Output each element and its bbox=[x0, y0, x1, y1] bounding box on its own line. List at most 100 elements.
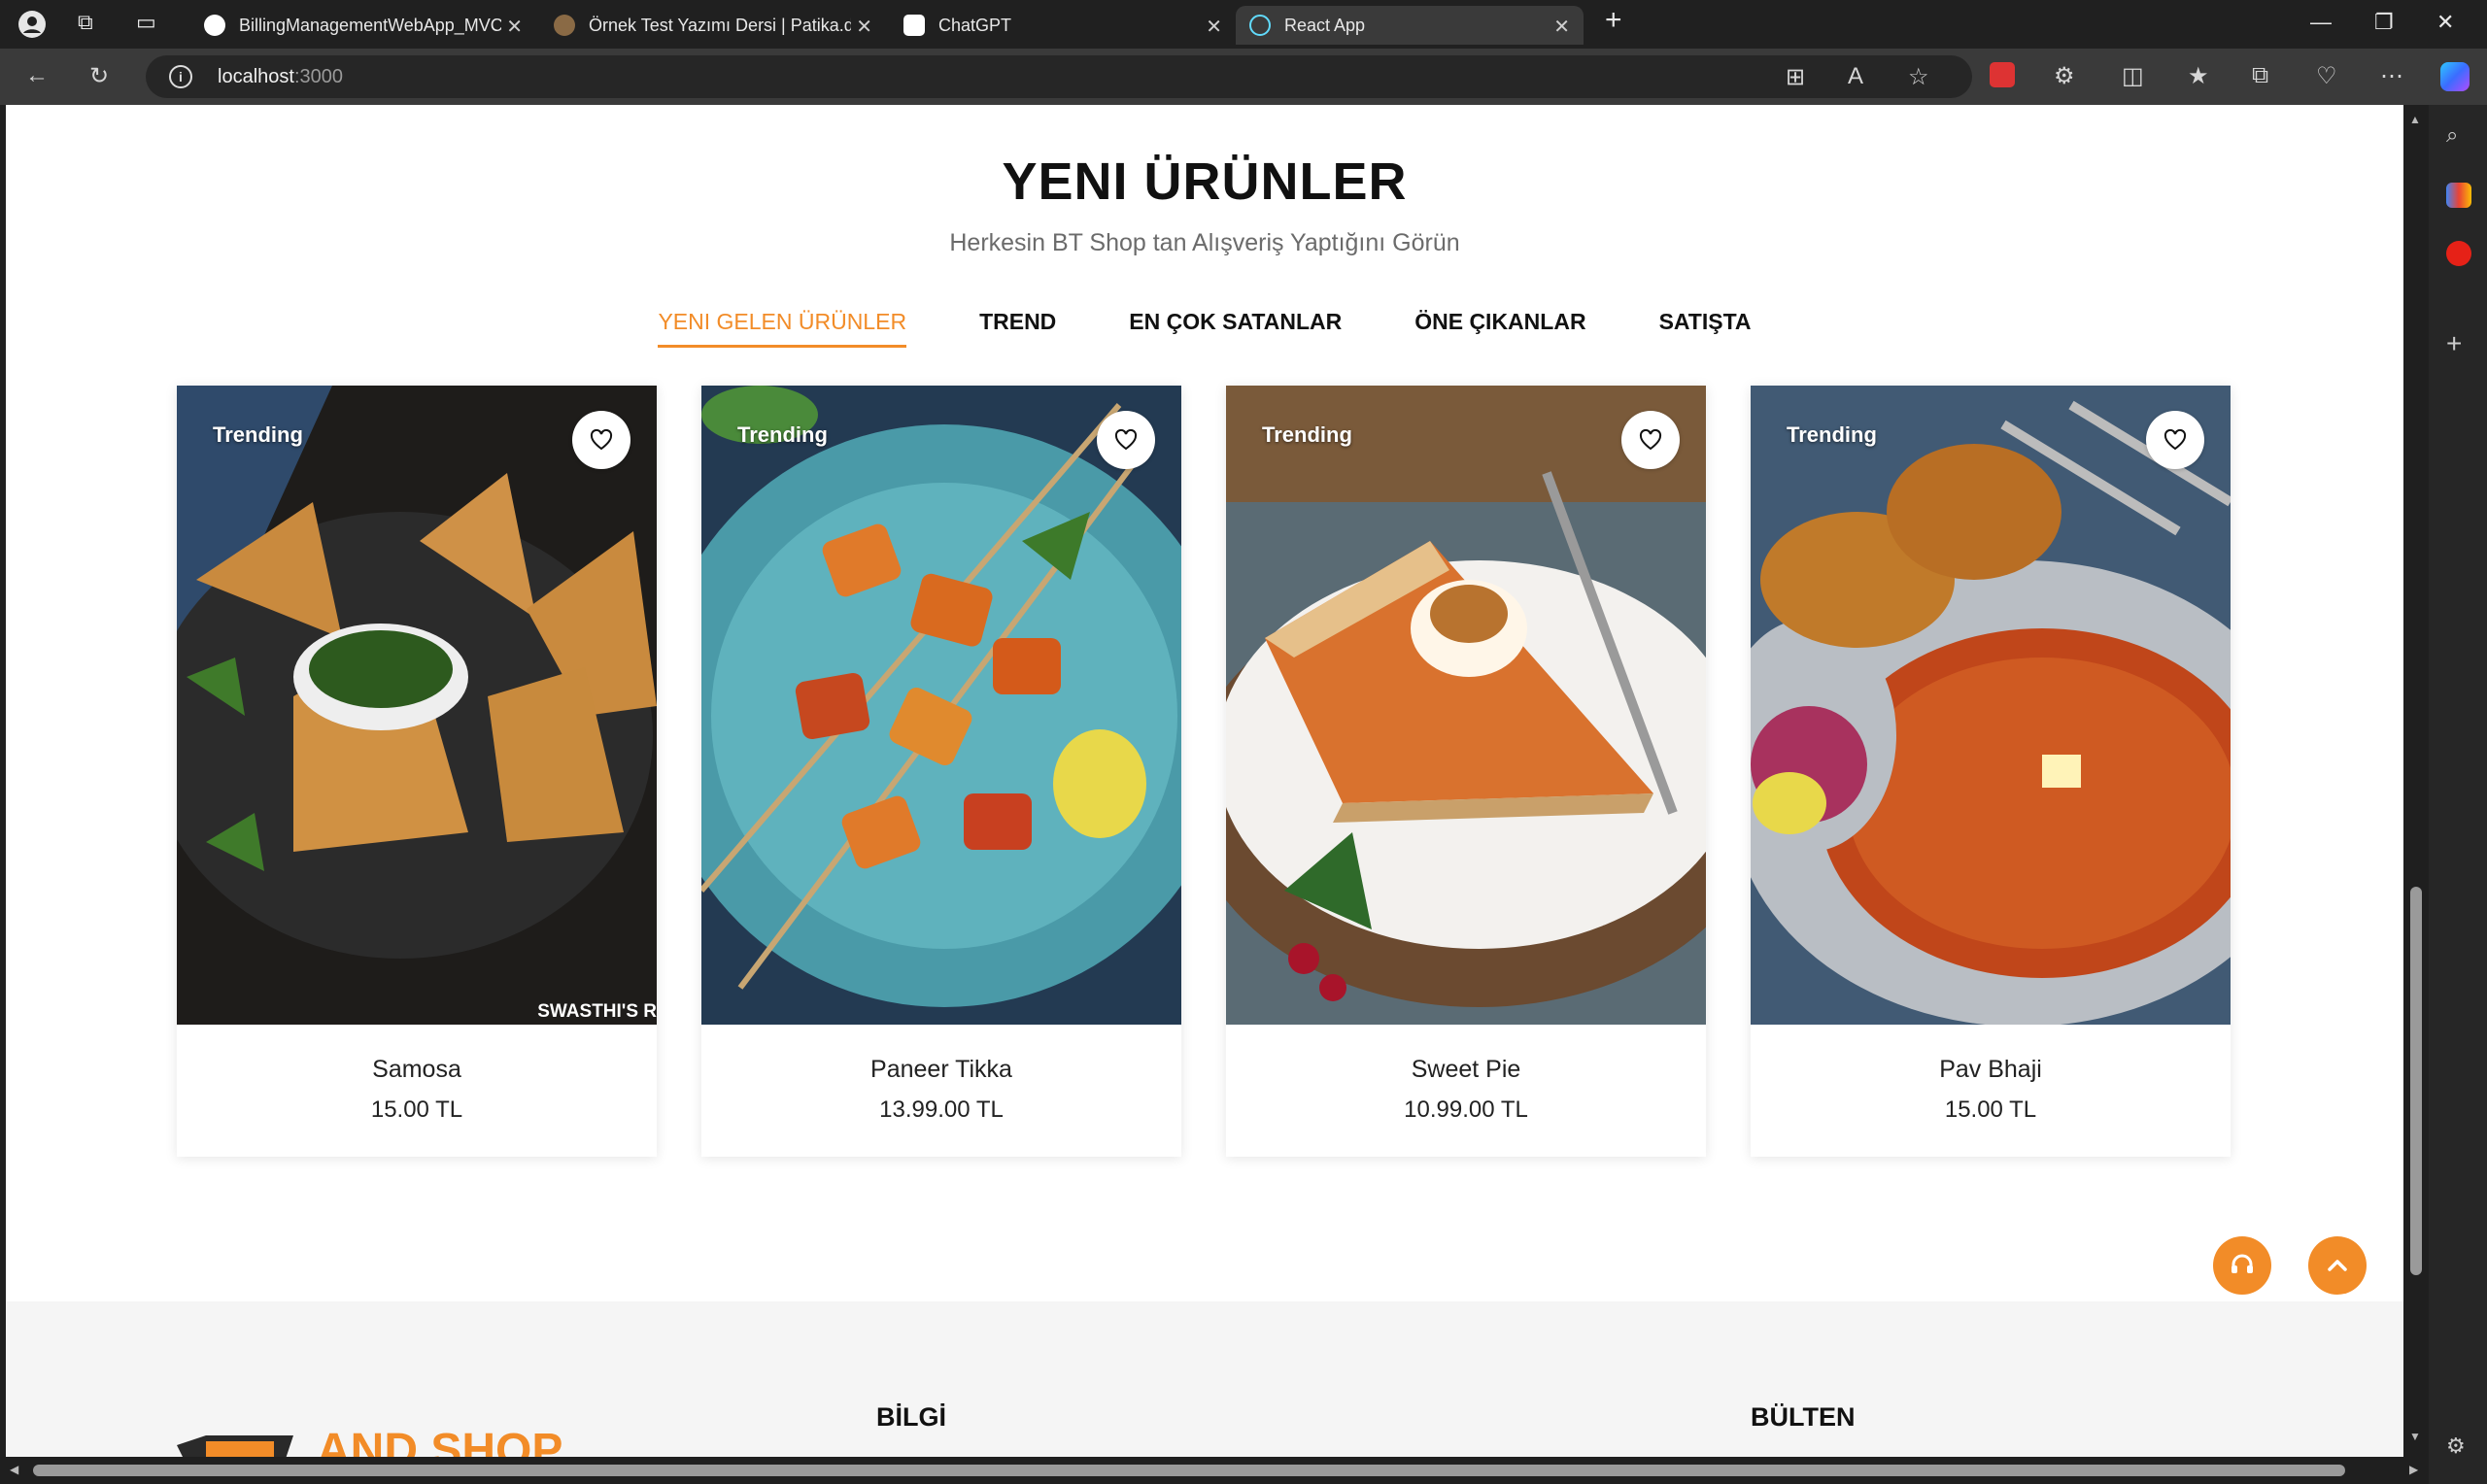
product-price: 15.00 TL bbox=[370, 1096, 463, 1123]
browser-essentials-icon[interactable]: ♡ bbox=[2316, 62, 2337, 90]
image-watermark: SWASTHI'S R bbox=[537, 1001, 657, 1022]
close-icon[interactable]: ✕ bbox=[506, 15, 523, 39]
tab-new-arrivals[interactable]: YENI GELEN ÜRÜNLER bbox=[658, 309, 907, 348]
tab-on-sale[interactable]: SATIŞTA bbox=[1659, 309, 1752, 348]
wishlist-heart-icon[interactable] bbox=[1621, 411, 1680, 469]
trending-badge: Trending bbox=[1787, 422, 1877, 447]
product-card[interactable]: Trending Paneer Tikka 13.99.00 TL bbox=[701, 386, 1181, 1157]
tab-trend[interactable]: TREND bbox=[979, 309, 1056, 348]
product-price: 13.99.00 TL bbox=[879, 1096, 1004, 1123]
logo-icon bbox=[177, 1426, 303, 1457]
extensions-puzzle-icon[interactable]: ⚙ bbox=[2054, 62, 2075, 90]
product-name[interactable]: Pav Bhaji bbox=[1751, 1056, 2231, 1084]
search-icon[interactable]: ⌕ bbox=[2446, 122, 2471, 148]
gmail-icon[interactable] bbox=[2446, 183, 2471, 208]
restore-icon[interactable]: ❐ bbox=[2374, 10, 2394, 35]
product-image-pav-bhaji[interactable] bbox=[1751, 386, 2231, 1025]
scroll-down-arrow-icon[interactable]: ▼ bbox=[2409, 1430, 2421, 1443]
favorites-icon[interactable]: ★ bbox=[2188, 62, 2209, 90]
add-sidebar-app-icon[interactable]: + bbox=[2446, 328, 2471, 358]
close-icon[interactable]: ✕ bbox=[1553, 15, 1570, 39]
workspaces-icon[interactable]: ⧉ bbox=[78, 10, 93, 35]
headset-icon bbox=[2231, 1254, 2253, 1273]
support-button[interactable] bbox=[2213, 1236, 2271, 1295]
more-options-icon[interactable]: ⋯ bbox=[2380, 62, 2403, 90]
address-bar[interactable]: i localhost:3000 ⊞ A ☆ bbox=[146, 55, 1972, 98]
close-icon[interactable]: ✕ bbox=[856, 15, 872, 39]
read-aloud-icon[interactable]: A bbox=[1848, 63, 1863, 90]
product-name[interactable]: Samosa bbox=[177, 1056, 657, 1084]
tab-label: Örnek Test Yazımı Dersi | Patika.dev bbox=[589, 15, 851, 35]
browser-toolbar: ← ↻ i localhost:3000 ⊞ A ☆ ⚙ ◫ ★ ⧉ ♡ ⋯ bbox=[0, 49, 2487, 105]
horizontal-scrollbar-thumb[interactable] bbox=[33, 1465, 2345, 1476]
trending-badge: Trending bbox=[213, 422, 303, 447]
refresh-icon[interactable]: ↻ bbox=[89, 62, 109, 90]
wishlist-heart-icon[interactable] bbox=[2146, 411, 2204, 469]
scroll-up-arrow-icon[interactable]: ▲ bbox=[2409, 113, 2421, 126]
chevron-up-icon bbox=[2328, 1260, 2347, 1271]
product-card[interactable]: Trending Sweet Pie 10.99.00 TL bbox=[1226, 386, 1706, 1157]
vertical-scrollbar[interactable]: ▲ ▼ bbox=[2403, 105, 2429, 1457]
product-image-sweet-pie[interactable] bbox=[1226, 386, 1706, 1025]
product-name[interactable]: Paneer Tikka bbox=[701, 1056, 1181, 1084]
split-screen-icon[interactable]: ◫ bbox=[2122, 62, 2144, 90]
tab-label: ChatGPT bbox=[938, 15, 1012, 35]
page-viewport: YENI ÜRÜNLER Herkesin BT Shop tan Alışve… bbox=[6, 105, 2403, 1457]
footer-info-heading: BİLGİ bbox=[876, 1402, 946, 1432]
apps-icon[interactable]: ⊞ bbox=[1786, 63, 1805, 91]
page-title: YENI ÜRÜNLER bbox=[1002, 152, 1408, 211]
url-host: localhost bbox=[218, 66, 294, 87]
github-icon bbox=[204, 15, 225, 36]
tab-react-app[interactable]: React App ✕ bbox=[1236, 6, 1584, 45]
tab-billing[interactable]: BillingManagementWebApp_MVC ✕ bbox=[190, 6, 536, 45]
vertical-scrollbar-thumb[interactable] bbox=[2410, 887, 2422, 1275]
horizontal-scrollbar[interactable]: ◀ ▶ bbox=[0, 1457, 2429, 1484]
collections-icon[interactable]: ⧉ bbox=[2252, 62, 2268, 89]
product-image-samosa[interactable]: SWASTHI'S R bbox=[177, 386, 657, 1025]
tab-label: React App bbox=[1284, 15, 1366, 35]
tab-actions-icon[interactable]: ▭ bbox=[136, 10, 156, 35]
tab-best-sellers[interactable]: EN ÇOK SATANLAR bbox=[1129, 309, 1342, 348]
url-text: localhost:3000 bbox=[218, 66, 343, 88]
wishlist-heart-icon[interactable] bbox=[572, 411, 630, 469]
profile-icon[interactable] bbox=[17, 10, 47, 45]
back-icon[interactable]: ← bbox=[25, 62, 49, 89]
info-icon[interactable]: i bbox=[169, 65, 192, 88]
tab-featured[interactable]: ÖNE ÇIKANLAR bbox=[1414, 309, 1585, 348]
trending-badge: Trending bbox=[1262, 422, 1352, 447]
product-price: 10.99.00 TL bbox=[1404, 1096, 1528, 1123]
url-port: :3000 bbox=[293, 66, 343, 87]
scroll-left-arrow-icon[interactable]: ◀ bbox=[10, 1463, 18, 1476]
browser-sidebar: ⌕ + ⚙ bbox=[2429, 105, 2487, 1484]
chatgpt-icon bbox=[903, 15, 925, 36]
footer: AND SHOP BİLGİ BÜLTEN bbox=[6, 1301, 2403, 1457]
scroll-to-top-button[interactable] bbox=[2308, 1236, 2367, 1295]
close-window-icon[interactable]: ✕ bbox=[2436, 10, 2454, 35]
wishlist-heart-icon[interactable] bbox=[1097, 411, 1155, 469]
extension-icon[interactable] bbox=[1990, 62, 2015, 87]
footer-logo-text[interactable]: AND SHOP bbox=[317, 1424, 562, 1457]
favorite-star-icon[interactable]: ☆ bbox=[1908, 63, 1929, 91]
browser-tab-strip: ⧉ ▭ BillingManagementWebApp_MVC ✕ Örnek … bbox=[0, 0, 2487, 49]
trending-badge: Trending bbox=[737, 422, 828, 447]
close-icon[interactable]: ✕ bbox=[1206, 15, 1222, 39]
product-price: 15.00 TL bbox=[1944, 1096, 2037, 1123]
patika-icon bbox=[554, 15, 575, 36]
product-card[interactable]: Trending Pav Bhaji 15.00 TL bbox=[1751, 386, 2231, 1157]
new-tab-icon[interactable]: + bbox=[1605, 4, 1622, 37]
scroll-right-arrow-icon[interactable]: ▶ bbox=[2409, 1463, 2418, 1476]
footer-newsletter-heading: BÜLTEN bbox=[1751, 1402, 1856, 1432]
tab-patika[interactable]: Örnek Test Yazımı Dersi | Patika.dev ✕ bbox=[540, 6, 886, 45]
product-card[interactable]: SWASTHI'S R Trending Samosa 15.00 TL bbox=[177, 386, 657, 1157]
minimize-icon[interactable]: — bbox=[2310, 10, 2332, 35]
page-subtitle: Herkesin BT Shop tan Alışveriş Yaptığını… bbox=[949, 229, 1460, 256]
product-name[interactable]: Sweet Pie bbox=[1226, 1056, 1706, 1084]
react-icon bbox=[1249, 15, 1271, 36]
tab-label: BillingManagementWebApp_MVC bbox=[239, 15, 501, 35]
youtube-icon[interactable] bbox=[2446, 241, 2471, 266]
product-image-paneer-tikka[interactable] bbox=[701, 386, 1181, 1025]
copilot-icon[interactable] bbox=[2440, 62, 2470, 91]
sidebar-settings-icon[interactable]: ⚙ bbox=[2446, 1433, 2471, 1459]
tab-chatgpt[interactable]: ChatGPT ✕ bbox=[890, 6, 1236, 45]
product-tabs: YENI GELEN ÜRÜNLER TREND EN ÇOK SATANLAR… bbox=[6, 309, 2403, 348]
